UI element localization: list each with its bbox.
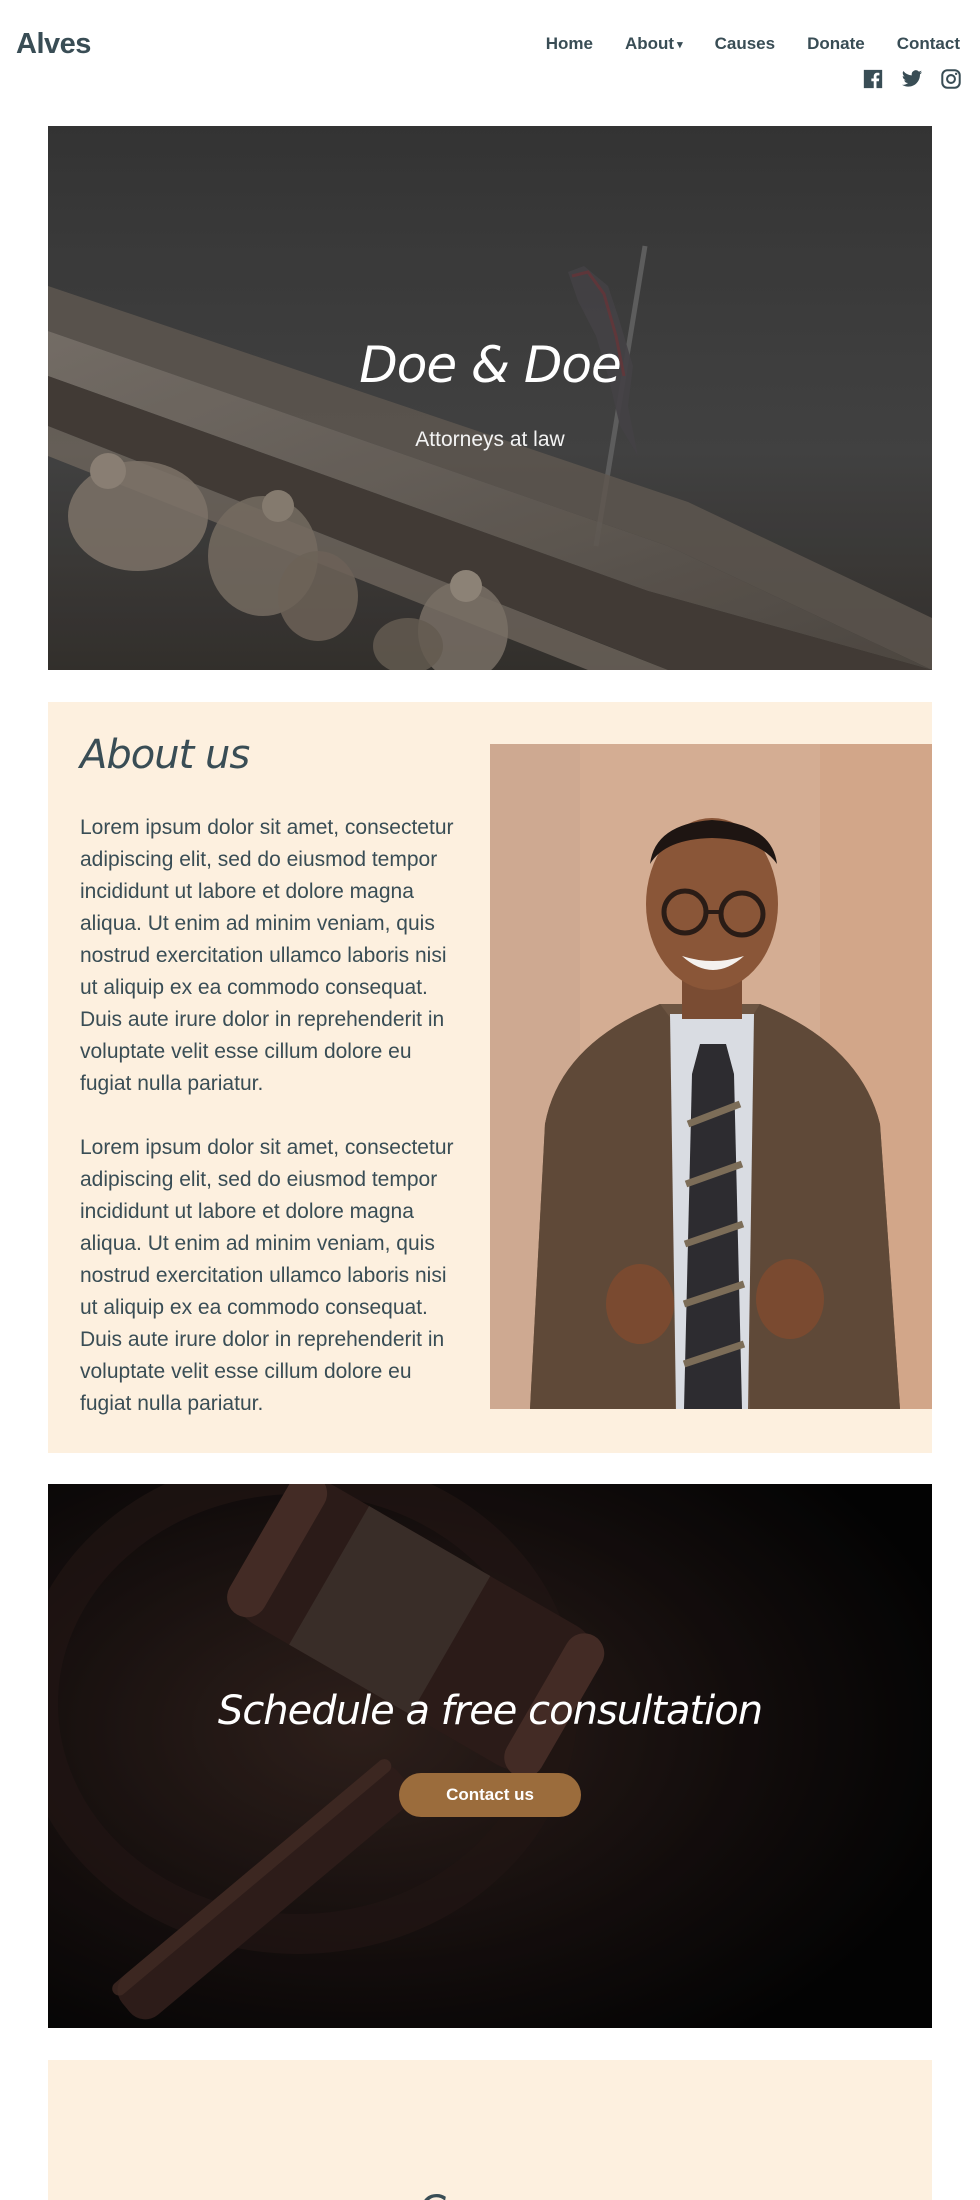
- contact-us-button[interactable]: Contact us: [399, 1773, 581, 1817]
- site-header: Alves Home About ▾ Causes Donate Contact: [0, 0, 980, 100]
- causes-heading: Causes: [48, 2188, 932, 2200]
- about-paragraph-1: Lorem ipsum dolor sit amet, consectetur …: [80, 816, 454, 1095]
- nav-item-about-label: About: [624, 34, 675, 53]
- consultation-section: Schedule a free consultation Contact us: [48, 1484, 932, 2028]
- nav-item-contact[interactable]: Contact: [897, 34, 960, 54]
- hero-subtitle: Attorneys at law: [415, 428, 565, 451]
- chevron-down-icon: ▾: [677, 39, 683, 51]
- facebook-icon[interactable]: [862, 68, 884, 90]
- consultation-title: Schedule a free consultation: [217, 1688, 763, 1734]
- instagram-icon[interactable]: [940, 68, 962, 90]
- about-section: About us Lorem ipsum dolor sit amet, con…: [48, 702, 932, 1453]
- causes-section: Causes: [48, 2060, 932, 2200]
- twitter-icon[interactable]: [901, 68, 923, 90]
- nav-item-donate[interactable]: Donate: [807, 34, 865, 54]
- social-links: [862, 68, 962, 90]
- courthouse-image: [48, 126, 932, 670]
- site-title[interactable]: Alves: [16, 28, 91, 61]
- portrait-image: [490, 744, 932, 1409]
- nav-item-causes[interactable]: Causes: [715, 34, 775, 54]
- gavel-image: [48, 1484, 932, 2028]
- about-paragraph-2: Lorem ipsum dolor sit amet, consectetur …: [80, 1136, 454, 1415]
- hero-title: Doe & Doe: [359, 336, 621, 394]
- hero-section: Doe & Doe Attorneys at law: [48, 126, 932, 670]
- nav-item-about[interactable]: About ▾: [625, 34, 683, 54]
- main-nav: Home About ▾ Causes Donate Contact: [546, 34, 960, 54]
- nav-item-home[interactable]: Home: [546, 34, 593, 54]
- about-heading: About us: [80, 732, 250, 778]
